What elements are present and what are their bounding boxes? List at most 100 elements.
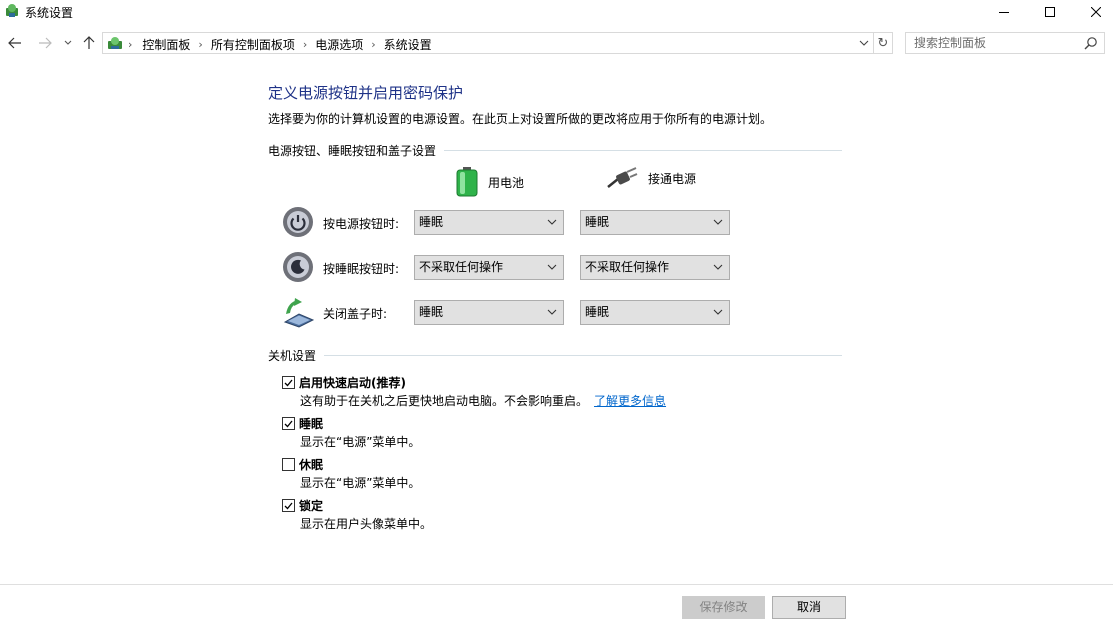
plugged-in-column-label: 接通电源 [648,171,697,186]
breadcrumb-item-power-options[interactable]: 电源选项 [315,36,363,53]
divider [444,150,842,151]
forward-arrow-icon [39,37,52,49]
sleep-checkbox[interactable] [282,417,295,430]
lid-close-label: 关闭盖子时: [323,307,388,321]
plugged-in-column-header: 接通电源 [606,167,696,189]
page-subtitle: 选择要为你的计算机设置的电源设置。在此页上对设置所做的更改将应用于你所有的电源计… [268,112,773,126]
checkmark-icon [284,379,293,386]
address-bar[interactable]: › 控制面板 › 所有控制面板项 › 电源选项 › 系统设置 ↻ [102,32,893,54]
breadcrumb-separator-icon[interactable]: › [371,38,375,51]
search-box[interactable] [905,32,1105,54]
select-value: 睡眠 [419,215,444,229]
hibernate-description: 显示在“电源”菜单中。 [300,476,421,490]
select-value: 不采取任何操作 [419,260,504,274]
sleep-label[interactable]: 睡眠 [299,415,323,432]
footer-bar: 保存修改 取消 [0,584,1113,624]
divider [324,355,842,356]
lock-checkbox[interactable] [282,499,295,512]
save-changes-button[interactable]: 保存修改 [682,596,765,619]
description-text: 这有助于在关机之后更快地启动电脑。不会影响重启。 [300,394,589,408]
battery-column-header: 用电池 [456,167,524,197]
power-button-label: 按电源按钮时: [323,217,400,231]
lid-close-plugged-select[interactable]: 睡眠 [580,300,730,325]
power-button-row: 按电源按钮时: 睡眠 睡眠 [282,206,742,240]
minimize-icon [999,12,1009,13]
refresh-button[interactable]: ↻ [873,33,892,53]
search-input[interactable] [906,33,1076,53]
lock-option[interactable]: 锁定 [282,497,323,514]
laptop-lid-icon [283,298,314,328]
cancel-button[interactable]: 取消 [772,596,846,619]
breadcrumb-separator-icon[interactable]: › [198,38,202,51]
breadcrumb-item-control-panel[interactable]: 控制面板 [142,36,190,53]
address-history-button[interactable] [855,33,873,53]
chevron-down-icon [547,219,557,225]
close-icon [1091,7,1101,17]
lid-close-battery-select[interactable]: 睡眠 [414,300,564,325]
refresh-icon: ↻ [877,35,889,51]
select-value: 睡眠 [419,305,444,319]
shutdown-settings-group-heading: 关机设置 [268,347,842,364]
up-button[interactable] [80,34,98,52]
select-value: 睡眠 [585,305,610,319]
maximize-button[interactable] [1027,0,1073,24]
breadcrumb-separator-icon[interactable]: › [303,38,307,51]
sleep-button-label: 按睡眠按钮时: [323,262,400,276]
fast-startup-description: 这有助于在关机之后更快地启动电脑。不会影响重启。 了解更多信息 [300,392,666,409]
chevron-down-icon [859,40,869,46]
title-bar: 系统设置 [0,0,1113,24]
power-button-plugged-select[interactable]: 睡眠 [580,210,730,235]
select-value: 不采取任何操作 [585,260,670,274]
window-title: 系统设置 [25,6,74,20]
search-icon[interactable] [1084,36,1098,50]
close-button[interactable] [1073,0,1113,24]
chevron-down-icon [713,309,723,315]
power-plug-icon [607,167,638,188]
page-title: 定义电源按钮并启用密码保护 [268,84,464,102]
recent-locations-button[interactable] [62,34,74,52]
control-panel-app-icon [6,4,18,17]
sleep-description: 显示在“电源”菜单中。 [300,435,421,449]
sleep-button-icon [283,252,313,282]
hibernate-option[interactable]: 休眠 [282,456,323,473]
up-arrow-icon [83,36,95,49]
group-heading-text: 电源按钮、睡眠按钮和盖子设置 [268,144,437,158]
sleep-option[interactable]: 睡眠 [282,415,323,432]
forward-button[interactable] [36,34,54,52]
power-settings-group-heading: 电源按钮、睡眠按钮和盖子设置 [268,142,842,159]
sleep-button-row: 按睡眠按钮时: 不采取任何操作 不采取任何操作 [282,251,742,285]
minimize-button[interactable] [981,0,1027,24]
chevron-down-icon [713,219,723,225]
fast-startup-label[interactable]: 启用快速启动(推荐) [299,374,406,391]
checkmark-icon [284,420,293,427]
sleep-button-battery-select[interactable]: 不采取任何操作 [414,255,564,280]
fast-startup-checkbox[interactable] [282,376,295,389]
control-panel-icon [108,37,122,49]
chevron-down-icon [547,309,557,315]
maximize-icon [1045,7,1055,17]
back-arrow-icon [8,37,21,49]
lid-close-row: 关闭盖子时: 睡眠 睡眠 [282,296,742,330]
learn-more-link[interactable]: 了解更多信息 [594,394,666,408]
checkmark-icon [284,502,293,509]
breadcrumb: › 控制面板 › 所有控制面板项 › 电源选项 › 系统设置 [128,36,432,53]
power-button-battery-select[interactable]: 睡眠 [414,210,564,235]
breadcrumb-item-all-items[interactable]: 所有控制面板项 [211,36,295,53]
back-button[interactable] [6,34,24,52]
sleep-button-plugged-select[interactable]: 不采取任何操作 [580,255,730,280]
chevron-down-icon [713,264,723,270]
lock-description: 显示在用户头像菜单中。 [300,517,433,531]
battery-column-label: 用电池 [488,175,525,190]
battery-icon [456,167,478,197]
select-value: 睡眠 [585,215,610,229]
breadcrumb-item-system-settings[interactable]: 系统设置 [384,36,432,53]
hibernate-checkbox[interactable] [282,458,295,471]
chevron-down-icon [547,264,557,270]
navigation-bar: › 控制面板 › 所有控制面板项 › 电源选项 › 系统设置 ↻ [0,30,1113,56]
breadcrumb-separator-icon: › [128,38,133,51]
power-button-icon [283,207,313,237]
chevron-down-icon [64,40,72,45]
hibernate-label[interactable]: 休眠 [299,456,323,473]
fast-startup-option[interactable]: 启用快速启动(推荐) [282,374,406,391]
lock-label[interactable]: 锁定 [299,497,323,514]
